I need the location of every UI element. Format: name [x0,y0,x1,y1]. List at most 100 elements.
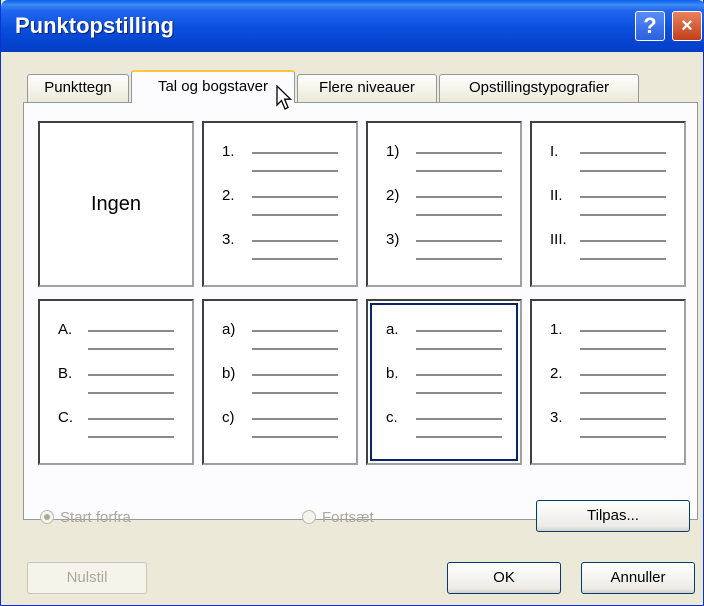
list-line [252,374,338,376]
list-marker: 1. [550,321,563,338]
list-line [416,436,502,438]
list-marker: I. [550,143,559,160]
list-marker: a. [386,321,399,338]
list-line [580,170,666,172]
continue-radio[interactable]: Fortsæt [302,509,374,526]
list-line [416,258,502,260]
list-marker: A. [58,321,73,338]
list-marker: a) [222,321,236,338]
customize-label: Tilpas... [587,507,639,524]
list-line [88,418,174,420]
list-line [416,170,502,172]
none-label: Ingen [90,193,142,215]
cancel-label: Annuller [610,569,666,586]
list-marker: b. [386,365,399,382]
list-marker: III. [550,231,567,248]
list-line [580,152,666,154]
reset-label: Nulstil [66,569,108,586]
close-icon: × [681,15,693,37]
list-line [416,240,502,242]
list-line [252,418,338,420]
reset-button[interactable]: Nulstil [27,562,147,594]
list-line [88,392,174,394]
bullets-numbering-dialog: Punktopstilling ? × Punkttegn Tal og bog… [0,0,704,606]
numbering-style-option[interactable]: 1. 2. 3. [530,299,686,465]
list-marker: 1) [386,143,400,160]
numbering-style-option[interactable]: a) b) c) [202,299,358,465]
numbering-style-option[interactable]: 1. 2. 3. [202,121,358,287]
mouse-pointer-icon [276,85,293,110]
list-marker: b) [222,365,236,382]
list-line [252,258,338,260]
numbering-style-option[interactable]: 1) 2) 3) [366,121,522,287]
help-button[interactable]: ? [635,11,665,41]
list-line [252,196,338,198]
close-button[interactable]: × [672,11,702,41]
list-line [88,330,174,332]
list-marker: B. [58,365,73,382]
tab-numbers-letters[interactable]: Tal og bogstaver [131,70,295,103]
tab-label: Opstillingstypografier [468,79,610,96]
continue-label: Fortsæt [322,509,374,526]
list-marker: II. [550,187,563,204]
list-line [580,258,666,260]
tab-label: Flere niveauer [319,79,415,96]
list-marker: c. [386,409,398,426]
list-marker: 3. [550,409,563,426]
tab-bullets[interactable]: Punkttegn [27,74,129,102]
list-line [416,214,502,216]
list-line [252,170,338,172]
list-marker: 3. [222,231,235,248]
list-line [580,392,666,394]
list-line [416,330,502,332]
list-line [580,436,666,438]
list-line [416,392,502,394]
list-line [252,240,338,242]
list-line [88,374,174,376]
list-line [416,152,502,154]
start-over-label: Start forfra [60,509,131,526]
list-marker: 2. [550,365,563,382]
tab-list-styles[interactable]: Opstillingstypografier [439,74,639,102]
numbering-style-option[interactable]: Ingen [38,121,194,287]
list-line [88,436,174,438]
tab-label: Tal og bogstaver [157,78,269,95]
list-line [88,348,174,350]
tab-label: Punkttegn [44,79,112,96]
dialog-title: Punktopstilling [15,13,174,38]
tab-outline-levels[interactable]: Flere niveauer [297,74,437,102]
ok-button[interactable]: OK [447,562,561,594]
ok-label: OK [493,569,515,586]
list-line [580,214,666,216]
list-line [252,330,338,332]
list-line [252,348,338,350]
list-line [416,196,502,198]
radio-indicator [302,510,316,524]
list-line [580,374,666,376]
list-line [580,330,666,332]
help-icon: ? [643,13,657,38]
list-line [252,436,338,438]
numbering-style-option[interactable]: A. B. C. [38,299,194,465]
list-line [580,348,666,350]
numbering-style-option[interactable]: a. b. c. [366,299,522,465]
title-bar[interactable]: Punktopstilling ? × [1,0,704,52]
numbering-style-option[interactable]: I. II. III. [530,121,686,287]
list-line [252,152,338,154]
list-marker: 2. [222,187,235,204]
list-line [580,240,666,242]
cancel-button[interactable]: Annuller [581,562,695,594]
list-line [252,214,338,216]
list-marker: 2) [386,187,400,204]
list-marker: c) [222,409,235,426]
start-over-radio[interactable]: Start forfra [40,509,131,526]
radio-indicator [40,510,54,524]
customize-button[interactable]: Tilpas... [536,500,690,532]
list-marker: 3) [386,231,400,248]
list-marker: C. [58,409,73,426]
list-line [252,392,338,394]
tab-panel: Ingen 1. 2. 3. 1) 2) 3) I. II. III. A. B. C. a) b) c) a.… [23,102,698,532]
list-line [580,196,666,198]
list-line [580,418,666,420]
list-line [416,374,502,376]
